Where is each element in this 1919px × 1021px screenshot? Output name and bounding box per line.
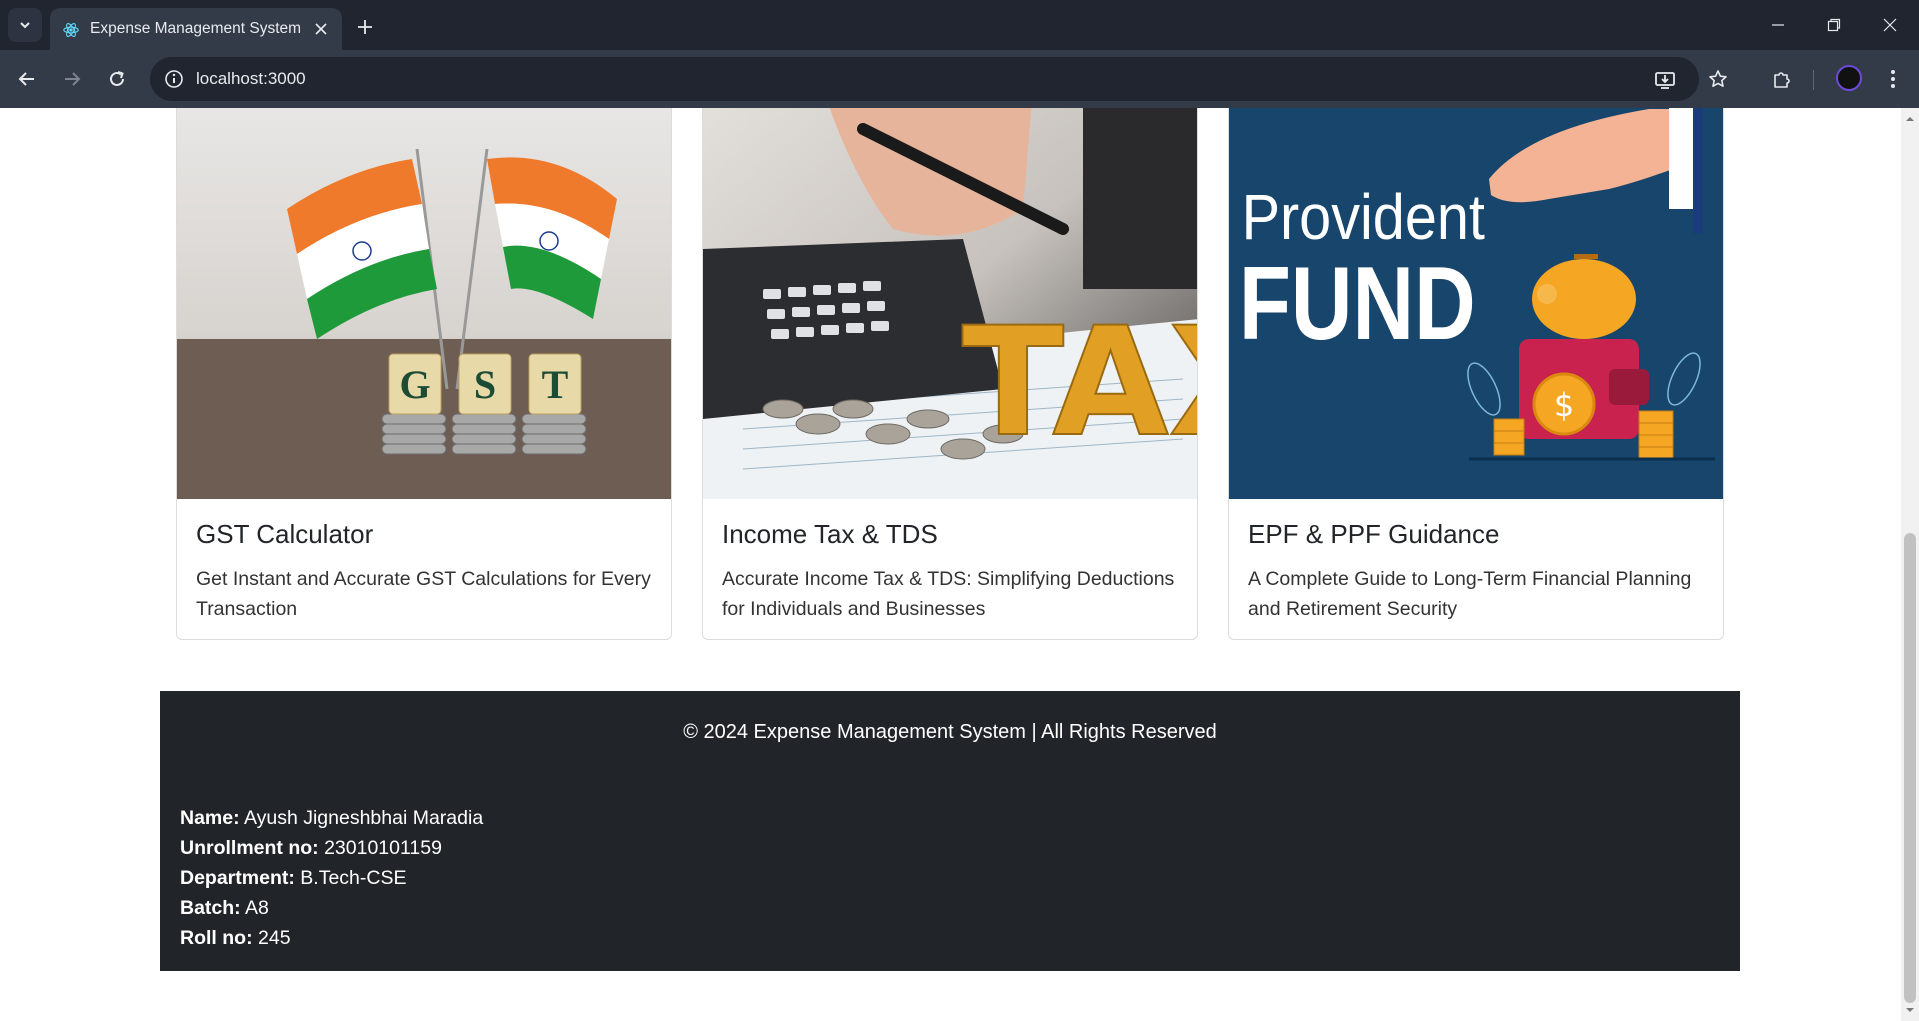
gst-letter-g: G <box>399 362 430 407</box>
epf-card-image: Provident FUND $ <box>1229 108 1723 499</box>
student-info: Name: Ayush Jigneshbhai Maradia Unrollme… <box>180 803 483 953</box>
react-favicon-icon <box>63 23 79 37</box>
browser-toolbar: localhost:3000 <box>0 50 1919 108</box>
enroll-value: 23010101159 <box>324 837 442 859</box>
star-icon <box>1709 70 1727 87</box>
back-button[interactable] <box>10 62 44 96</box>
close-window-button[interactable] <box>1862 0 1918 50</box>
more-vert-icon <box>1891 70 1895 88</box>
card-text: Accurate Income Tax & TDS: Simplifying D… <box>722 568 1175 620</box>
restore-icon <box>1827 18 1841 32</box>
bookmark-button[interactable] <box>1701 62 1735 96</box>
browser-tab-active[interactable]: Expense Management System <box>50 8 342 50</box>
tax-word: TAX <box>962 296 1198 470</box>
forward-button[interactable] <box>55 62 89 96</box>
card-gst-calculator[interactable]: G S T GST Calculator Get Instant and Acc… <box>176 108 672 640</box>
extensions-button[interactable] <box>1765 62 1799 96</box>
gst-letter-t: T <box>542 362 569 407</box>
toolbar-separator <box>1813 70 1814 90</box>
dept-value: B.Tech-CSE <box>300 867 407 889</box>
tab-title: Expense Management System <box>90 20 302 37</box>
student-name-row: Name: Ayush Jigneshbhai Maradia <box>180 803 483 833</box>
name-value: Ayush Jigneshbhai Maradia <box>243 807 484 829</box>
student-roll-row: Roll no: 245 <box>180 923 483 953</box>
close-icon <box>315 23 327 35</box>
arrow-right-icon <box>65 72 81 86</box>
roll-label: Roll no: <box>180 927 253 949</box>
batch-value: A8 <box>245 897 269 919</box>
scrollbar-thumb[interactable] <box>1904 533 1916 1003</box>
tax-card-image: TAX <box>703 108 1198 499</box>
close-icon <box>1883 18 1897 32</box>
page-viewport: G S T GST Calculator Get Instant and Acc… <box>0 108 1901 1021</box>
browser-tab-bar: Expense Management System <box>0 0 1919 50</box>
batch-label: Batch: <box>180 897 241 919</box>
info-icon <box>165 70 183 88</box>
card-title: GST Calculator <box>196 519 374 549</box>
card-text: A Complete Guide to Long-Term Financial … <box>1248 568 1692 620</box>
vertical-scrollbar[interactable] <box>1901 108 1919 1021</box>
roll-value: 245 <box>258 927 291 949</box>
reload-button[interactable] <box>100 62 134 96</box>
tab-close-button[interactable] <box>310 18 332 40</box>
footer-copyright: © 2024 Expense Management System | All R… <box>683 721 1217 743</box>
restore-button[interactable] <box>1806 0 1862 50</box>
tab-search-button[interactable] <box>8 8 42 42</box>
svg-text:$: $ <box>1554 386 1574 424</box>
scroll-up-arrow-icon[interactable] <box>1905 114 1915 124</box>
epf-fund-text: FUND <box>1239 246 1476 362</box>
scroll-down-arrow-icon[interactable] <box>1905 1005 1915 1015</box>
gst-card-image: G S T <box>177 108 671 499</box>
card-income-tax-tds[interactable]: TAX Income Tax & TDS Accurate Income Tax… <box>702 108 1198 640</box>
url-text: localhost:3000 <box>196 69 306 88</box>
card-title: Income Tax & TDS <box>722 519 938 549</box>
page-footer: © 2024 Expense Management System | All R… <box>160 691 1740 971</box>
minimize-button[interactable] <box>1750 0 1806 50</box>
puzzle-icon <box>1774 72 1790 88</box>
enroll-label: Unrollment no: <box>180 837 319 859</box>
minimize-icon <box>1772 24 1784 26</box>
student-batch-row: Batch: A8 <box>180 893 483 923</box>
arrow-left-icon <box>18 72 34 86</box>
card-epf-ppf-guidance[interactable]: Provident FUND $ EPF & PPF Guidance A Co… <box>1228 108 1724 640</box>
card-body: GST Calculator Get Instant and Accurate … <box>196 519 653 624</box>
chevron-down-icon <box>20 22 30 29</box>
epf-provident-text: Provident <box>1242 181 1485 252</box>
reload-icon <box>110 71 124 86</box>
menu-button[interactable] <box>1876 62 1910 96</box>
card-title: EPF & PPF Guidance <box>1248 519 1500 549</box>
dept-label: Department: <box>180 867 295 889</box>
student-enroll-row: Unrollment no: 23010101159 <box>180 833 483 863</box>
gst-letter-s: S <box>474 362 496 407</box>
card-body: EPF & PPF Guidance A Complete Guide to L… <box>1248 519 1705 624</box>
new-tab-button[interactable] <box>350 12 380 42</box>
student-dept-row: Department: B.Tech-CSE <box>180 863 483 893</box>
card-body: Income Tax & TDS Accurate Income Tax & T… <box>722 519 1179 624</box>
card-text: Get Instant and Accurate GST Calculation… <box>196 568 651 620</box>
name-label: Name: <box>180 807 240 829</box>
profile-avatar[interactable] <box>1836 65 1862 91</box>
plus-icon <box>358 20 372 34</box>
address-bar[interactable]: localhost:3000 <box>150 57 1699 101</box>
